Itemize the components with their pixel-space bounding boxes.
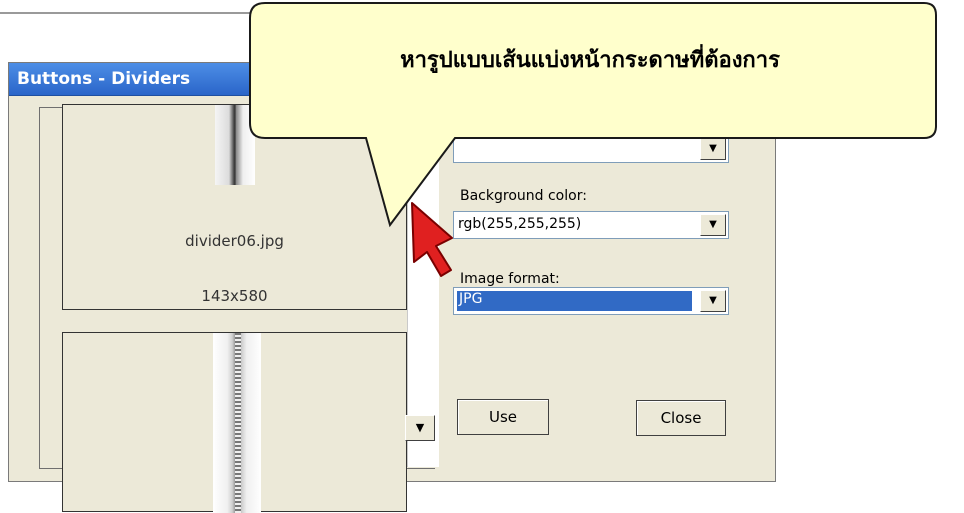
pointer-cursor-icon	[411, 202, 453, 277]
